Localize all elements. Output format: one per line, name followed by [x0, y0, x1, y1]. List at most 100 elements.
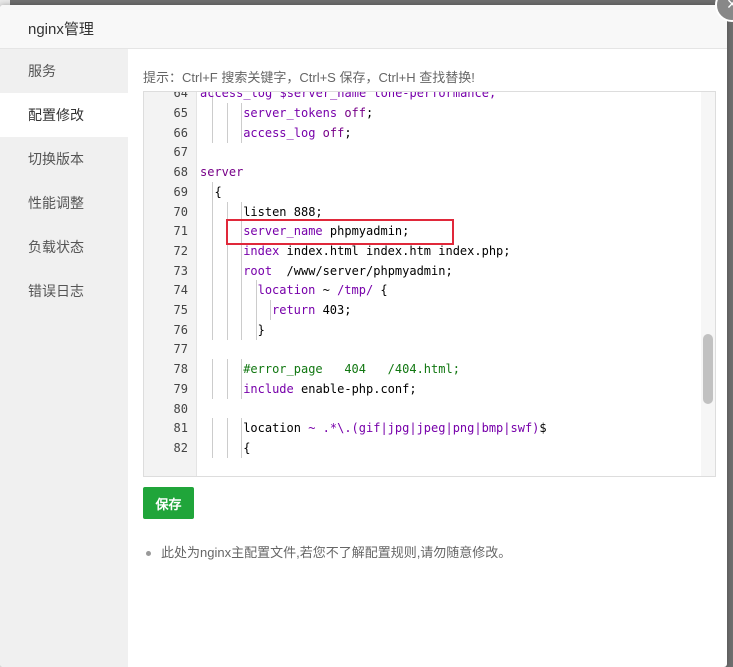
- indent-guide: [255, 319, 257, 340]
- code-line: 77: [144, 339, 715, 359]
- scrollbar-thumb[interactable]: [703, 334, 713, 404]
- dialog-title: nginx管理: [28, 21, 94, 38]
- sidebar-item-service[interactable]: 服务: [0, 49, 128, 93]
- sidebar-item-switch-version[interactable]: 切换版本: [0, 137, 128, 181]
- line-number: 79: [173, 381, 188, 396]
- indent-guide: [241, 122, 242, 143]
- indent-guide: [212, 280, 213, 301]
- indent-guide: [212, 240, 213, 261]
- indent-guide: [226, 280, 228, 301]
- indent-guide: [241, 300, 242, 320]
- code-line: 69 {: [144, 181, 715, 202]
- line-number: 69: [173, 184, 188, 199]
- line-number: 66: [173, 125, 188, 140]
- config-warning-tip: 此处为nginx主配置文件,若您不了解配置规则,请勿随意修改。: [146, 542, 511, 561]
- indent-guide: [241, 260, 242, 281]
- code-line: 80: [144, 399, 715, 419]
- title-bar: nginx管理: [0, 5, 727, 49]
- sidebar-item-config-edit[interactable]: 配置修改: [0, 93, 128, 137]
- shortcut-hint: 提示：Ctrl+F 搜索关键字，Ctrl+S 保存，Ctrl+H 查找替换!: [143, 70, 475, 85]
- code-line: 75 return 403;: [144, 300, 715, 320]
- code-text: access_log off;: [243, 125, 352, 140]
- line-number: 70: [173, 204, 188, 219]
- indent-guide: [241, 437, 242, 458]
- indent-guide: [226, 378, 228, 399]
- indent-guide: [212, 260, 213, 281]
- indent-guide: [212, 103, 213, 123]
- code-text: {: [243, 440, 251, 455]
- line-number: 64: [173, 91, 188, 101]
- indent-guide: [241, 103, 242, 123]
- indent-guide: [241, 280, 242, 301]
- code-line: 74 location ~ /tmp/ {: [144, 280, 715, 301]
- indent-guide: [212, 359, 213, 380]
- indent-guide: [226, 418, 228, 439]
- code-text: }: [257, 322, 265, 337]
- line-number: 82: [173, 440, 188, 455]
- code-line: 66 access_log off;: [144, 122, 715, 143]
- tip-text: 此处为nginx主配置文件,若您不了解配置规则,请勿随意修改。: [161, 545, 512, 560]
- indent-guide: [270, 300, 271, 320]
- code-text: return 403;: [272, 303, 352, 317]
- indent-guide: [212, 378, 213, 399]
- indent-guide: [226, 260, 228, 281]
- indent-guide: [212, 437, 213, 458]
- save-button[interactable]: 保存: [143, 487, 194, 519]
- indent-guide: [226, 437, 228, 458]
- code-text: server_tokens off;: [243, 106, 374, 120]
- code-text: root /www/server/phpmyadmin;: [243, 263, 453, 278]
- indent-guide: [241, 418, 242, 439]
- code-text: #error_page 404 /404.html;: [243, 362, 460, 377]
- indent-guide: [255, 300, 257, 320]
- indent-guide: [226, 359, 228, 380]
- indent-guide: [226, 319, 228, 340]
- line-number: 71: [173, 224, 188, 239]
- editor-scrollbar[interactable]: [701, 92, 715, 476]
- code-line: 67: [144, 142, 715, 162]
- indent-guide: [212, 319, 213, 340]
- indent-guide: [212, 221, 213, 242]
- line-number: 73: [173, 263, 188, 278]
- indent-guide: [241, 378, 242, 399]
- indent-guide: [212, 122, 213, 143]
- indent-guide: [226, 103, 228, 123]
- sidebar: 服务 配置修改 切换版本 性能调整 负载状态 错误日志: [0, 49, 128, 667]
- line-number: 77: [173, 342, 188, 357]
- line-number: 67: [173, 145, 188, 160]
- code-line: 79 include enable-php.conf;: [144, 378, 715, 399]
- code-text: location ~ /tmp/ {: [257, 283, 388, 298]
- nginx-manager-dialog: nginx管理 服务 配置修改 切换版本 性能调整 负载状态 错误日志 提示：C…: [0, 5, 727, 667]
- indent-guide: [212, 201, 213, 222]
- code-line: 68 server: [144, 162, 715, 182]
- line-number: 68: [173, 165, 188, 180]
- line-number: 65: [173, 106, 188, 120]
- indent-guide: [212, 418, 213, 439]
- sidebar-item-error-log[interactable]: 错误日志: [0, 269, 128, 313]
- bullet-icon: [146, 551, 151, 557]
- code-text: include enable-php.conf;: [243, 381, 417, 396]
- indent-guide: [241, 319, 242, 340]
- code-text: {: [200, 184, 222, 199]
- code-line: 65 server_tokens off;: [144, 103, 715, 123]
- sidebar-item-performance[interactable]: 性能调整: [0, 181, 128, 225]
- code-line: 76}: [144, 319, 715, 340]
- sidebar-item-load-status[interactable]: 负载状态: [0, 225, 128, 269]
- code-editor[interactable]: 64 access_log $server_name lone-performan…: [143, 91, 716, 477]
- indent-guide: [226, 122, 228, 143]
- code-text: server: [200, 165, 244, 180]
- indent-guide: [241, 359, 242, 380]
- code-text: access_log $server_name lone-performance…: [200, 91, 497, 101]
- line-number: 72: [173, 243, 188, 258]
- line-number: 75: [173, 303, 188, 317]
- code-line: 82 {: [144, 437, 715, 458]
- line-number: 78: [173, 362, 188, 377]
- code-line: 64 access_log $server_name lone-performan…: [144, 91, 715, 104]
- indent-guide: [212, 300, 213, 320]
- line-number: 81: [173, 421, 188, 436]
- line-number: 80: [173, 401, 188, 416]
- indent-guide: [226, 300, 228, 320]
- code-text: location ~ .*\.(gif|jpg|jpeg|png|bmp|swf…: [243, 421, 547, 436]
- line-number: 74: [173, 283, 188, 298]
- highlight-box: [226, 219, 454, 245]
- code-line: 78 #error_page 404 /404.html;: [144, 359, 715, 380]
